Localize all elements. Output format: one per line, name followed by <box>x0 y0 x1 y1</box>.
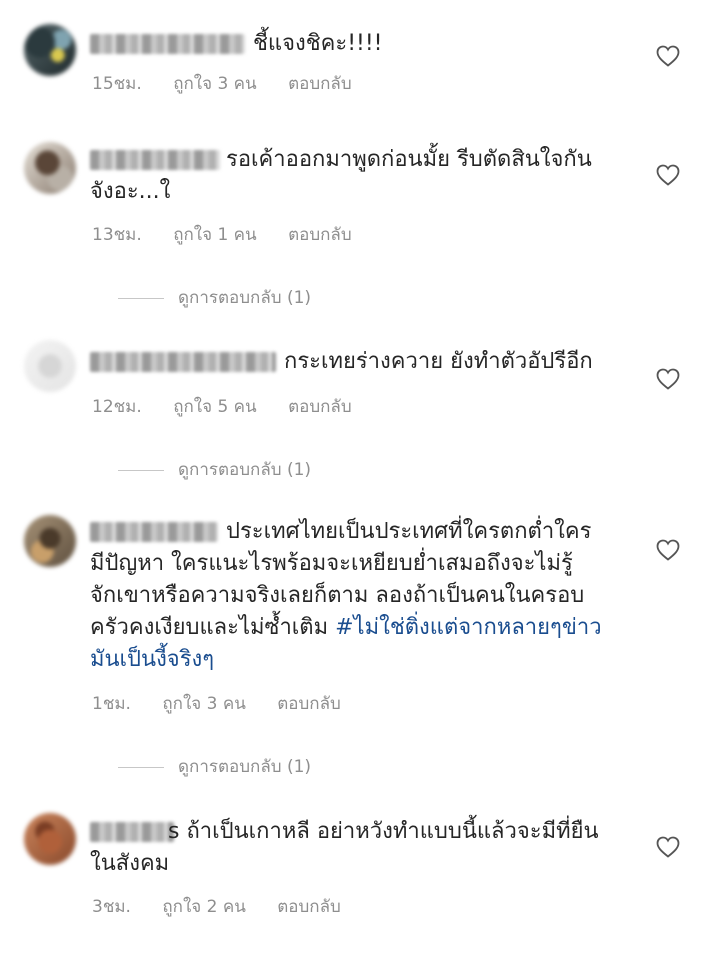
heart-icon[interactable] <box>656 836 680 858</box>
comment-text-line: รอเค้าออกมาพูดก่อนมั้ย รีบตัดสินใจกัน <box>226 147 592 172</box>
comment-text-line: กระเทยร่างควาย ยังทำตัวอัปรีอีก <box>284 349 593 374</box>
comment-text: จังอะ...ใ <box>90 176 170 208</box>
view-replies-label: ดูการตอบกลับ (1) <box>178 288 312 308</box>
username-blurred[interactable] <box>90 522 218 542</box>
comment-meta: 12ชม. ถูกใจ 5 คน ตอบกลับ <box>92 393 352 420</box>
username-blurred[interactable] <box>90 34 245 54</box>
comment-meta: 15ชม. ถูกใจ 3 คน ตอบกลับ <box>92 70 352 97</box>
username-blurred[interactable] <box>90 352 276 372</box>
comment-meta: 1ชม. ถูกใจ 3 คน ตอบกลับ <box>92 690 341 717</box>
divider-line <box>118 766 164 768</box>
comment-text-line: จักเขาหรือความจริงเลยก็ตาม ลองถ้าเป็นคนใ… <box>90 583 585 608</box>
reply-button[interactable]: ตอบกลับ <box>277 893 341 920</box>
avatar[interactable] <box>24 142 76 194</box>
comment-text-line: ครัวคงเงียบและไม่ซ้ำเติม #ไม่ใช่ติ่งแต่จ… <box>90 612 650 644</box>
view-replies-button[interactable]: ดูการตอบกลับ (1) <box>118 456 311 483</box>
comment-text-line: ประเทศไทยเป็นประเทศที่ใครตกต่ำใคร <box>226 519 592 544</box>
comment-text-line: มีปัญหา ใครแนะไรพร้อมจะเหยียบย่ำเสมอถึงจ… <box>90 551 573 576</box>
view-replies-button[interactable]: ดูการตอบกลับ (1) <box>118 753 311 780</box>
comment-time: 3ชม. <box>92 897 131 917</box>
reply-button[interactable]: ตอบกลับ <box>288 70 352 97</box>
likes-count[interactable]: ถูกใจ 3 คน <box>162 690 245 717</box>
divider-line <box>118 469 164 471</box>
comment-time: 13ชม. <box>92 225 142 245</box>
heart-icon[interactable] <box>656 45 680 67</box>
comment-time: 15ชม. <box>92 74 142 94</box>
username-blurred[interactable] <box>90 822 174 842</box>
comment-text-segment: ครัวคงเงียบและไม่ซ้ำเติม <box>90 615 336 640</box>
heart-icon[interactable] <box>656 164 680 186</box>
comment-text-line: ชี้แจงชิคะ!!!! <box>253 31 383 56</box>
reply-button[interactable]: ตอบกลับ <box>288 221 352 248</box>
comment-meta: 3ชม. ถูกใจ 2 คน ตอบกลับ <box>92 893 341 920</box>
comment-text: ประเทศไทยเป็นประเทศที่ใครตกต่ำใคร <box>226 516 591 548</box>
reply-button[interactable]: ตอบกลับ <box>288 393 352 420</box>
comment-text: ชี้แจงชิคะ!!!! <box>253 28 383 60</box>
comment-text: ในสังคม <box>90 848 169 880</box>
comment-time: 12ชม. <box>92 397 142 417</box>
avatar[interactable] <box>24 24 76 76</box>
likes-count[interactable]: ถูกใจ 2 คน <box>162 893 245 920</box>
heart-icon[interactable] <box>656 368 680 390</box>
divider-line <box>118 297 164 299</box>
likes-count[interactable]: ถูกใจ 3 คน <box>173 70 256 97</box>
comment-meta: 13ชม. ถูกใจ 1 คน ตอบกลับ <box>92 221 352 248</box>
likes-count[interactable]: ถูกใจ 1 คน <box>173 221 256 248</box>
username-blurred[interactable] <box>90 150 220 170</box>
avatar[interactable] <box>24 340 76 392</box>
comment-text-line: s ถ้าเป็นเกาหลี อย่าหวังทำแบบนี้แล้วจะมี… <box>168 819 599 844</box>
heart-icon[interactable] <box>656 539 680 561</box>
comment-text: s ถ้าเป็นเกาหลี อย่าหวังทำแบบนี้แล้วจะมี… <box>168 816 599 848</box>
comment-text: มีปัญหา ใครแนะไรพร้อมจะเหยียบย่ำเสมอถึงจ… <box>90 548 650 676</box>
view-replies-label: ดูการตอบกลับ (1) <box>178 460 312 480</box>
comment-time: 1ชม. <box>92 694 131 714</box>
likes-count[interactable]: ถูกใจ 5 คน <box>173 393 256 420</box>
hashtag-link[interactable]: #ไม่ใช่ติ่งแต่จากหลายๆข่าว <box>335 615 602 640</box>
comment-text: รอเค้าออกมาพูดก่อนมั้ย รีบตัดสินใจกัน <box>226 144 592 176</box>
hashtag-link[interactable]: มันเป็นงี้จริงๆ <box>90 644 650 676</box>
avatar[interactable] <box>24 813 76 865</box>
comment-text: กระเทยร่างควาย ยังทำตัวอัปรีอีก <box>284 346 593 378</box>
view-replies-label: ดูการตอบกลับ (1) <box>178 757 312 777</box>
comment-text-line: ในสังคม <box>90 851 170 876</box>
avatar[interactable] <box>24 515 76 567</box>
reply-button[interactable]: ตอบกลับ <box>277 690 341 717</box>
comment-text-line: จังอะ...ใ <box>90 179 171 204</box>
view-replies-button[interactable]: ดูการตอบกลับ (1) <box>118 284 311 311</box>
